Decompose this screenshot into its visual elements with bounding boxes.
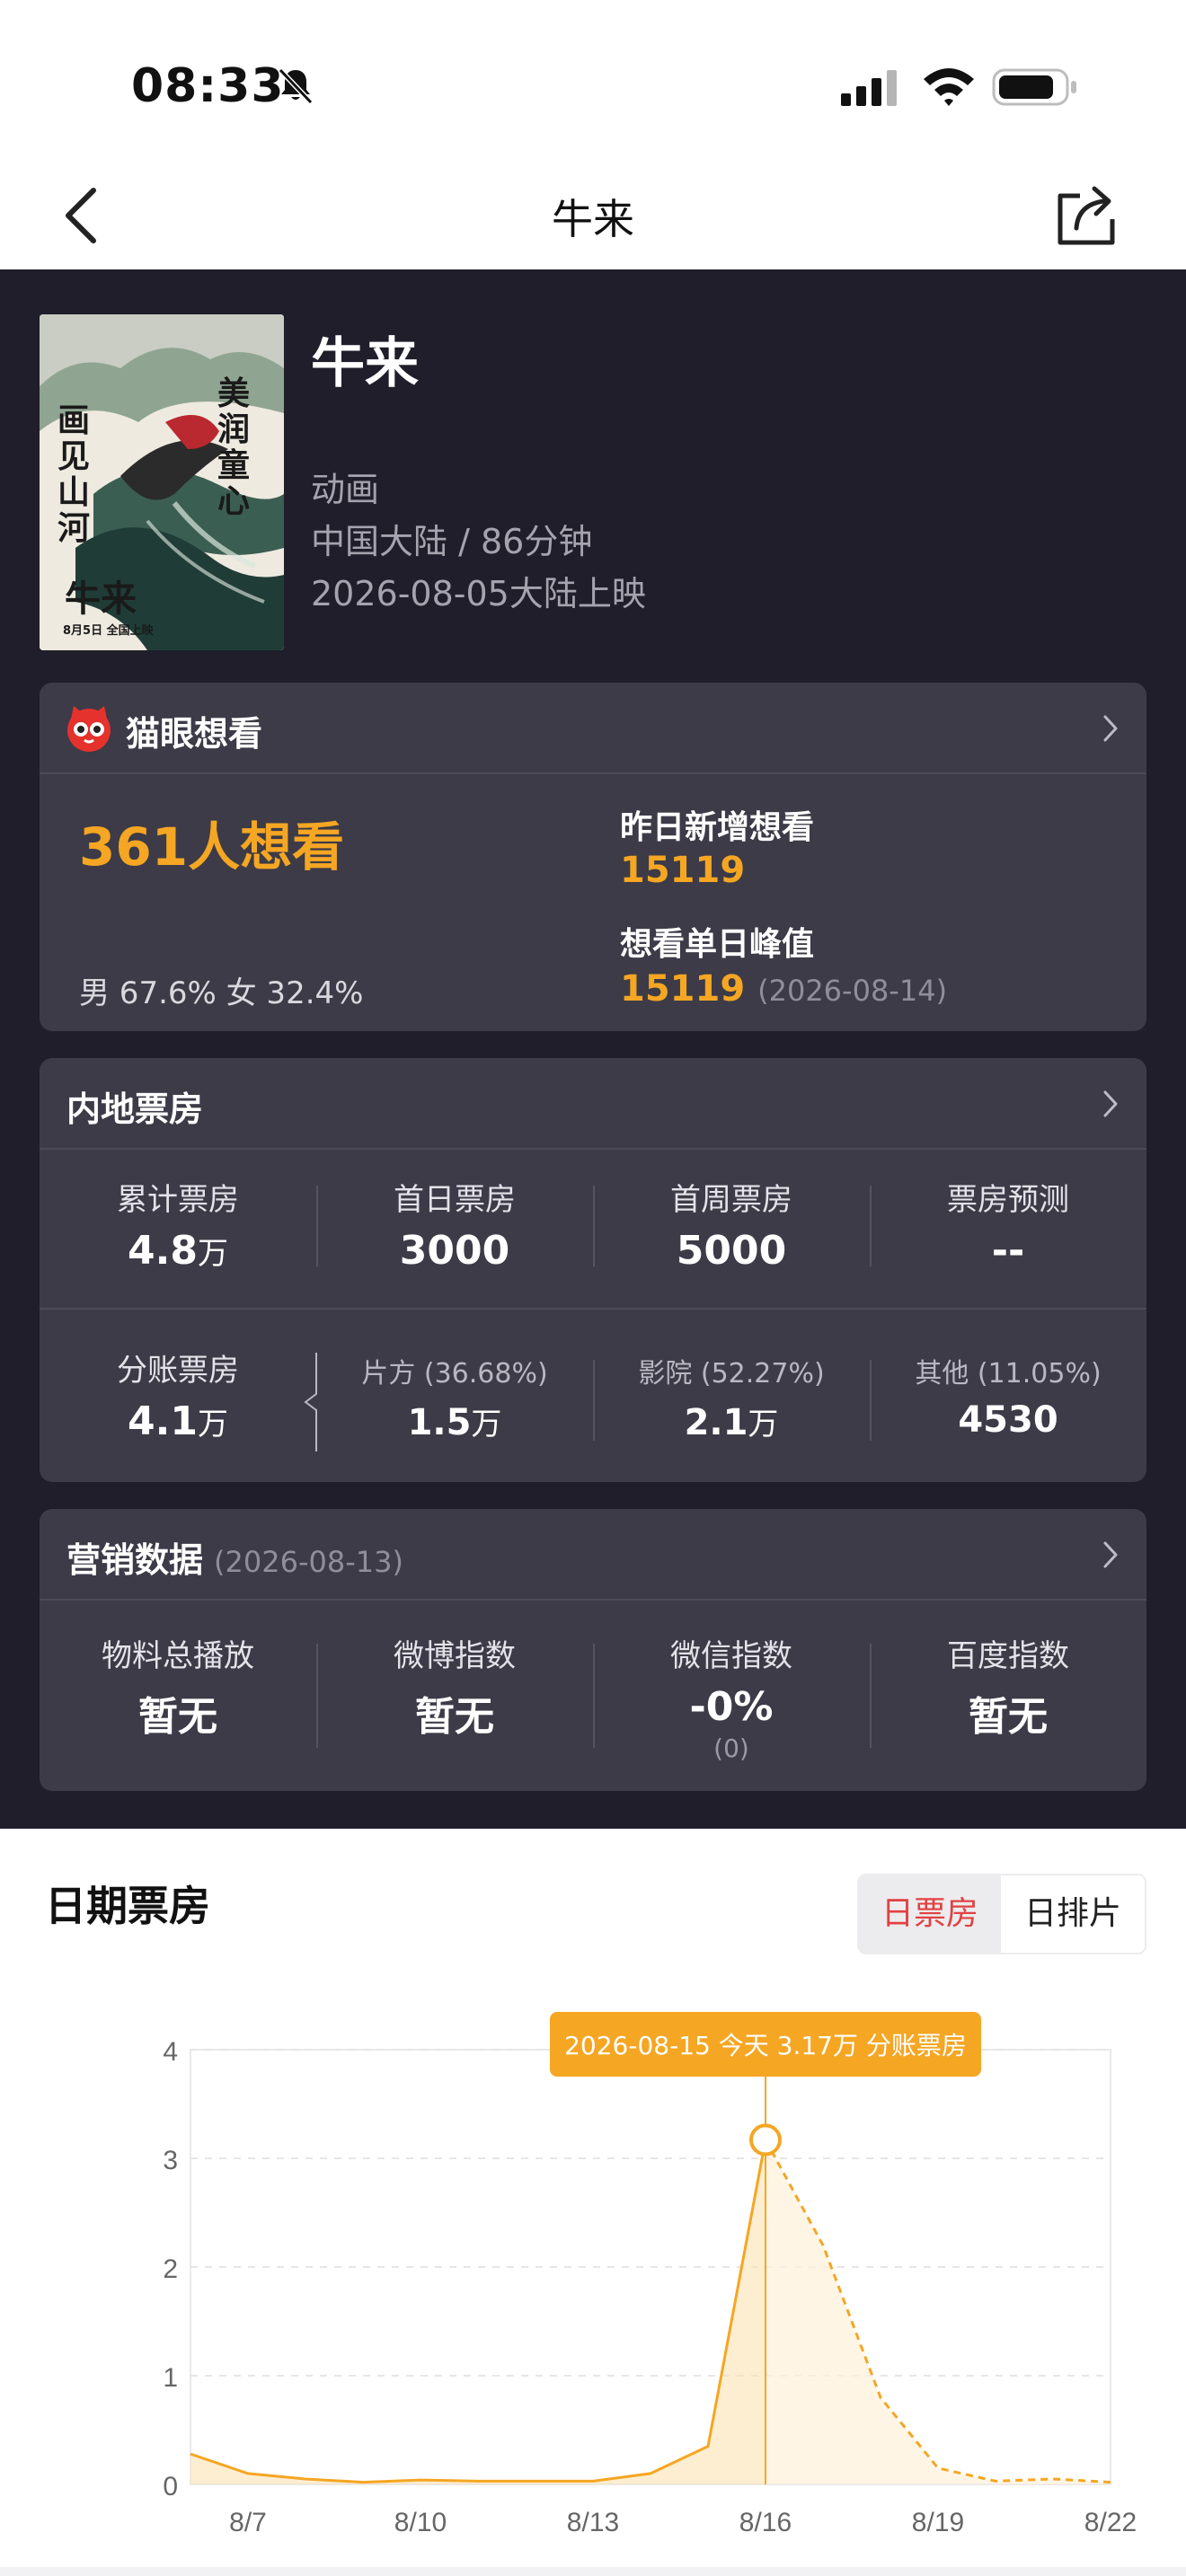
want-count: 361人想看 xyxy=(79,816,345,878)
chevron-right-icon xyxy=(1103,1090,1118,1117)
chart-point xyxy=(190,2453,192,2456)
chart-point xyxy=(880,2396,882,2399)
tab-daily-box-office[interactable]: 日票房 xyxy=(859,1875,1001,1953)
svg-text:画: 画 xyxy=(58,401,90,439)
chart-tooltip-text: 2026-08-15 今天 3.17万 分账票房 xyxy=(564,2031,967,2060)
svg-text:8月5日 全国上映: 8月5日 全国上映 xyxy=(63,623,155,638)
navigation-bar: 牛来 xyxy=(0,162,1186,269)
x-tick-label: 8/13 xyxy=(567,2508,619,2537)
chart-point xyxy=(822,2244,825,2246)
svg-text:美: 美 xyxy=(217,375,250,412)
peak-want-row: 15119 (2026-08-14) xyxy=(620,968,947,1010)
box-office-forecast: 票房预测 -- xyxy=(947,1182,1069,1274)
chart-point xyxy=(535,2480,537,2483)
want-card-header[interactable]: 猫眼想看 xyxy=(40,683,1146,774)
svg-text:牛来: 牛来 xyxy=(65,578,137,620)
chart-point xyxy=(420,2479,422,2482)
peak-want-value: 15119 xyxy=(620,968,746,1010)
chart-area-actual xyxy=(190,2139,766,2484)
peak-want-label: 想看单日峰值 xyxy=(620,926,815,963)
status-bar: 08:33 xyxy=(0,0,1186,162)
y-tick-label: 1 xyxy=(163,2363,178,2393)
chevron-right-icon xyxy=(1103,1541,1118,1568)
y-tick-label: 2 xyxy=(163,2254,178,2284)
peak-want-date: (2026-08-14) xyxy=(757,974,948,1008)
marketing-title: 营销数据 (2026-08-13) xyxy=(66,1540,403,1580)
svg-text:童: 童 xyxy=(217,446,250,484)
daily-box-office-chart[interactable]: 0 1 2 3 4 8/7 8/10 8/13 8/16 8/19 8/22 2026-08-15 今… xyxy=(0,1976,1186,2576)
chart-mode-toggle: 日票房 日排片 xyxy=(857,1874,1146,1954)
box-office-title: 内地票房 xyxy=(66,1090,204,1129)
movie-poster[interactable]: 美 润 童 心 画 见 山 河 牛来 8月5日 全国上映 xyxy=(40,314,284,650)
y-tick-label: 0 xyxy=(163,2472,178,2501)
chart-point xyxy=(477,2480,480,2483)
cumulative-box-office: 累计票房 4.8万 xyxy=(117,1182,239,1274)
chart-point xyxy=(247,2472,250,2475)
movie-release-date: 2026-08-05大陆上映 xyxy=(311,574,646,613)
chart-point xyxy=(650,2472,652,2475)
svg-text:润: 润 xyxy=(217,410,250,448)
marketing-header[interactable]: 营销数据 (2026-08-13) xyxy=(40,1509,1146,1601)
chart-point xyxy=(362,2481,365,2483)
x-tick-label: 8/19 xyxy=(912,2508,964,2537)
gender-ratio: 男 67.6% 女 32.4% xyxy=(79,975,364,1011)
material-total-plays: 物料总播放 暂无 xyxy=(102,1638,254,1740)
svg-text:见: 见 xyxy=(58,437,90,475)
weibo-index: 微博指数 暂无 xyxy=(394,1638,516,1740)
poster-artwork: 美 润 童 心 画 见 山 河 牛来 8月5日 全国上映 xyxy=(40,314,284,650)
svg-text:心: 心 xyxy=(217,482,250,520)
first-day-box-office: 首日票房 3000 xyxy=(394,1182,516,1274)
chart-series-line-actual xyxy=(190,2139,767,2484)
want-to-see-card[interactable]: 猫眼想看 361人想看 男 67.6% 女 32.4% 昨日新增想看 15119… xyxy=(40,683,1146,1031)
chart-point xyxy=(937,2466,940,2469)
movie-genre: 动画 xyxy=(311,470,380,509)
tab-daily-schedule[interactable]: 日排片 xyxy=(1001,1875,1145,1953)
y-tick-label: 4 xyxy=(163,2037,178,2067)
movie-info-section: 美 润 童 心 画 见 山 河 牛来 8月5日 全国上映 牛来 动画 中国大陆 … xyxy=(0,269,1186,1829)
cellular-signal-icon xyxy=(841,70,897,106)
chart-point xyxy=(305,2477,307,2480)
chart-area-forecast xyxy=(766,2139,1111,2484)
x-tick-label: 8/22 xyxy=(1084,2508,1137,2537)
yesterday-new-want-label: 昨日新增想看 xyxy=(620,809,815,846)
marketing-data-card[interactable]: 营销数据 (2026-08-13) 物料总播放 暂无 微博指数 暂无 微信指数 -… xyxy=(40,1509,1146,1791)
svg-text:河: 河 xyxy=(58,509,90,547)
x-tick-label: 8/10 xyxy=(394,2508,447,2537)
box-office-card[interactable]: 内地票房 累计票房 4.8万 首日票房 3000 首周票房 5000 票房预测 … xyxy=(40,1058,1146,1482)
cinema-share: 影院 (52.27%) 2.1万 xyxy=(638,1358,825,1443)
wifi-icon xyxy=(924,68,974,106)
chart-point xyxy=(592,2480,595,2483)
maoyan-want-header: 猫眼想看 xyxy=(126,714,263,754)
row-divider xyxy=(40,1308,1146,1310)
chart-point xyxy=(995,2480,997,2483)
chart-point xyxy=(1052,2477,1055,2480)
bottom-edge xyxy=(0,2567,1186,2576)
daily-box-office-title: 日期票房 xyxy=(45,1882,210,1930)
movie-region-duration: 中国大陆 / 86分钟 xyxy=(311,522,593,561)
first-week-box-office: 首周票房 5000 xyxy=(670,1182,792,1274)
svg-text:山: 山 xyxy=(58,473,90,511)
chart-point xyxy=(707,2445,710,2448)
marketing-date: (2026-08-13) xyxy=(214,1545,403,1579)
bell-muted-icon xyxy=(278,67,314,105)
chevron-right-icon xyxy=(1103,715,1118,742)
x-tick-label: 8/7 xyxy=(229,2508,267,2537)
movie-title: 牛来 xyxy=(311,332,419,395)
producer-share: 片方 (36.68%) 1.5万 xyxy=(361,1358,548,1443)
share-icon[interactable] xyxy=(1053,178,1121,250)
x-tick-label: 8/16 xyxy=(739,2508,792,2537)
wechat-index: 微信指数 -0% (0) xyxy=(670,1638,792,1763)
y-tick-label: 3 xyxy=(163,2146,178,2175)
baidu-index: 百度指数 暂无 xyxy=(947,1638,1069,1740)
split-box-office: 分账票房 4.1万 xyxy=(117,1353,239,1444)
yesterday-new-want-value: 15119 xyxy=(620,850,746,891)
highlight-point xyxy=(749,2123,782,2157)
battery-icon xyxy=(992,68,1076,106)
chart-point xyxy=(1110,2481,1112,2483)
page-title: 牛来 xyxy=(552,195,634,243)
other-share: 其他 (11.05%) 4530 xyxy=(915,1358,1102,1441)
maoyan-cat-icon xyxy=(67,706,111,752)
status-time: 08:33 xyxy=(131,59,285,113)
box-office-header[interactable]: 内地票房 xyxy=(40,1058,1146,1150)
